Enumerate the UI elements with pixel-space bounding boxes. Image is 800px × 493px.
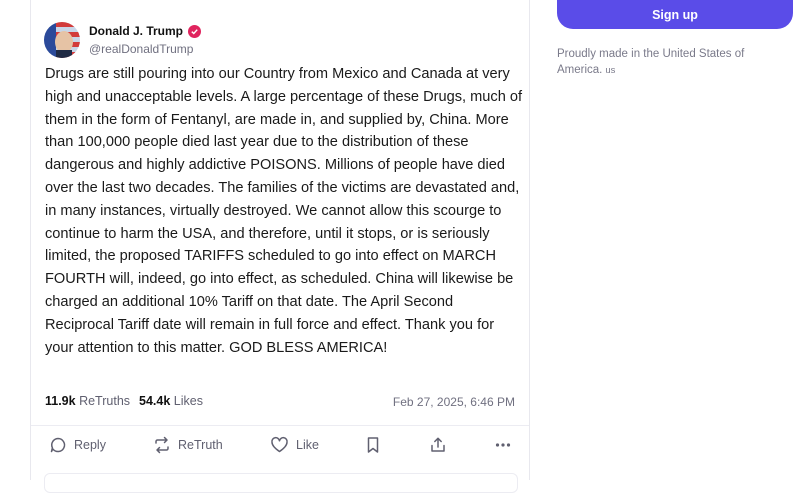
author-name[interactable]: Donald J. Trump <box>89 24 202 38</box>
bookmark-icon <box>365 436 381 454</box>
bookmark-button[interactable] <box>365 436 381 454</box>
retruths-label: ReTruths <box>79 394 131 408</box>
next-post-card <box>44 473 518 493</box>
retruth-label: ReTruth <box>178 438 223 452</box>
feed-column: Donald J. Trump @realDonaldTrump Drugs a… <box>30 0 530 493</box>
likes-stat[interactable]: 54.4k Likes <box>139 394 203 408</box>
more-dots-icon <box>494 436 512 454</box>
post-text: Drugs are still pouring into our Country… <box>45 66 523 356</box>
share-button[interactable] <box>429 436 447 454</box>
post-timestamp[interactable]: Feb 27, 2025, 6:46 PM <box>393 395 515 409</box>
speech-bubble-icon <box>49 436 67 454</box>
heart-icon <box>270 436 289 454</box>
retruth-arrows-icon <box>153 436 171 454</box>
reply-label: Reply <box>74 438 106 452</box>
like-button[interactable]: Like <box>270 436 319 454</box>
made-in-text: Proudly made in the United States of Ame… <box>557 48 745 76</box>
like-label: Like <box>296 438 319 452</box>
retruths-stat[interactable]: 11.9k ReTruths <box>45 394 130 408</box>
sign-up-button[interactable]: Sign up <box>557 0 793 29</box>
divider <box>31 425 529 426</box>
author-name-text[interactable]: Donald J. Trump <box>89 24 183 38</box>
likes-count: 54.4k <box>139 394 171 408</box>
reply-button[interactable]: Reply <box>49 436 106 454</box>
post-actions: Reply ReTruth Like <box>31 436 529 458</box>
author-handle[interactable]: @realDonaldTrump <box>89 42 193 56</box>
retruths-count: 11.9k <box>45 394 76 408</box>
made-in-note: Proudly made in the United States of Ame… <box>557 46 777 79</box>
country-code: us <box>605 65 616 76</box>
likes-label: Likes <box>173 394 203 408</box>
more-button[interactable] <box>494 436 512 454</box>
post-stats: 11.9k ReTruths 54.4k Likes <box>45 394 203 408</box>
avatar[interactable] <box>44 22 80 58</box>
verified-badge-icon <box>188 24 202 38</box>
share-upload-icon <box>429 436 447 454</box>
retruth-button[interactable]: ReTruth <box>153 436 223 454</box>
